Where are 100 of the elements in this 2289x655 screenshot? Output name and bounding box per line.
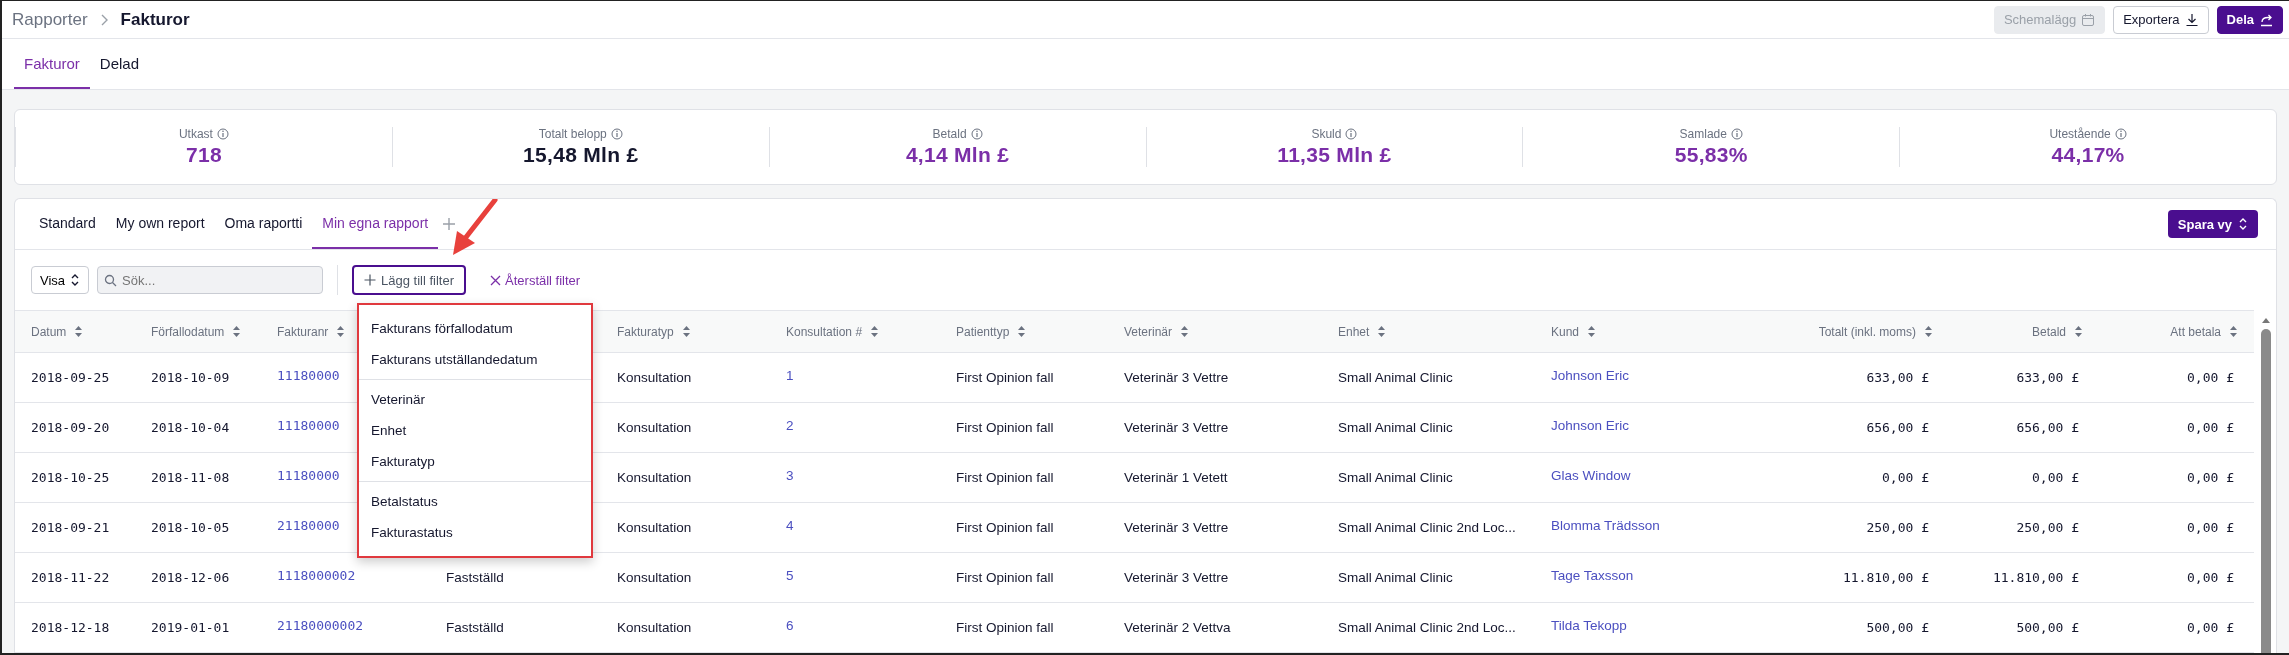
table-cell-text: Small Animal Clinic 2nd Loc... [1338,520,1517,535]
plus-icon [364,274,377,286]
table-cell-text: 2018-09-20 [31,420,111,435]
add-tab-icon[interactable] [442,217,457,231]
table-link[interactable]: Tilda Tekopp [1551,618,1781,633]
table-cell-text: 0,00 £ [2186,370,2235,385]
menu-item[interactable]: Betalstatus [359,486,591,517]
table-cell-text: Konsultation [617,420,693,435]
table-cell-text: 500,00 £ [1865,620,1930,635]
table-link[interactable]: 5 [786,568,956,583]
column-header[interactable]: Fakturatyp [617,324,674,339]
table-link[interactable]: 21180000002 [277,618,446,633]
sort-icon [681,325,691,338]
table-cell-text: Konsultation [617,570,693,585]
column-header[interactable]: Totalt (inkl. moms) [1818,324,1916,339]
table-cell-text: 500,00 £ [2015,620,2080,635]
table-cell-text: 2018-09-21 [31,520,111,535]
table-link[interactable]: 2 [786,418,956,433]
column-header[interactable]: Konsultation # [786,324,863,339]
kpi-value: 44,17% [2051,143,2125,167]
table-cell-text: 0,00 £ [1881,470,1930,485]
table-link[interactable]: 1118000002 [277,568,446,583]
column-header[interactable]: Betald [2031,324,2066,339]
breadcrumb-link[interactable]: Rapporter [12,9,88,30]
chevron-updown-icon [2238,217,2248,231]
table-cell-text: 250,00 £ [1865,520,1930,535]
column-header[interactable]: Veterinär [1124,324,1173,339]
table-link[interactable]: Johnson Eric [1551,368,1781,383]
kpi-value: 11,35 Mln £ [1277,143,1392,167]
table-cell-text: Veterinär 3 Vettre [1124,420,1230,435]
column-header[interactable]: Kund [1551,324,1580,339]
table-cell-text: Veterinär 3 Vettre [1124,520,1230,535]
table-link[interactable]: 1 [786,368,956,383]
pointer-arrow [453,199,498,255]
column-header[interactable]: Datum [31,324,67,339]
search-field[interactable]: Sök... [97,266,324,294]
reset-filter-link[interactable]: Återställ filter [484,271,587,289]
menu-item[interactable]: Enhet [359,415,591,446]
kpi-label: Totalt belopp [538,127,607,141]
table-link[interactable]: 6 [786,618,956,633]
column-header[interactable]: Fakturanr [277,324,329,339]
table-link[interactable]: Glas Window [1551,468,1781,483]
table-link[interactable]: Johnson Eric [1551,418,1781,433]
sort-icon [1377,325,1387,338]
page-tab[interactable]: Fakturor [14,39,90,89]
column-header[interactable]: Att betala [2170,324,2221,339]
menu-item[interactable]: Fakturatyp [359,446,591,477]
table-cell-text: First Opinion fall [956,370,1055,385]
save-view-button[interactable]: Spara vy [2167,210,2258,238]
calendar-icon [2081,12,2096,27]
report-tab[interactable]: My own report [105,199,215,249]
info-icon [610,128,623,140]
table-cell-text: Veterinär 3 Vettre [1124,570,1230,585]
table-cell-text: Small Animal Clinic [1338,570,1454,585]
table-cell-text: 2018-10-09 [151,370,231,385]
table-cell-text: Veterinär 1 Vetett [1124,470,1229,485]
table-cell-text: Small Animal Clinic [1338,470,1454,485]
download-icon [2184,12,2199,27]
report-tab[interactable]: Min egna rapport [312,199,439,249]
table-cell-text: Veterinär 3 Vettre [1124,370,1230,385]
kpi-label: Samlade [1679,127,1727,141]
action-button[interactable]: Dela [2216,5,2283,34]
add-filter-button[interactable]: Lägg till filter [352,265,467,295]
table-cell-text: 2018-12-18 [31,620,111,635]
table-cell-text: First Opinion fall [956,620,1055,635]
table-link[interactable]: Blomma Trädsson [1551,518,1781,533]
column-header[interactable]: Patienttyp [956,324,1010,339]
menu-item[interactable]: Fakturans förfallodatum [359,313,591,344]
table-cell-text: First Opinion fall [956,420,1055,435]
table-cell-text: 11.810,00 £ [1991,570,2080,585]
table-cell-text: 2018-12-06 [151,570,231,585]
table-link[interactable]: 4 [786,518,956,533]
chevron-right-icon [99,13,109,26]
page-tab[interactable]: Delad [89,39,150,89]
kpi-value: 4,14 Mln £ [905,143,1010,167]
show-select[interactable]: Visa [31,266,90,294]
menu-item[interactable]: Veterinär [359,384,591,415]
table-cell-text: First Opinion fall [956,470,1055,485]
sort-icon [1017,325,1027,338]
table-link[interactable]: Tage Taxsson [1551,568,1781,583]
sort-icon [336,325,346,338]
table-cell-text: 0,00 £ [2186,520,2235,535]
table-cell-text: 2018-11-22 [31,570,111,585]
menu-item[interactable]: Fakturans utställandedatum [359,344,591,375]
info-icon [1345,128,1358,140]
table-link[interactable]: 3 [786,468,956,483]
kpi-label: Skuld [1311,127,1342,141]
action-button[interactable]: Exportera [2113,5,2209,34]
table-cell-text: 2018-11-08 [151,470,231,485]
table-cell-text: Fastställd [446,570,505,585]
kpi-value: 718 [185,143,222,167]
sort-icon [2074,325,2083,338]
table-cell-text: Konsultation [617,520,693,535]
menu-item[interactable]: Fakturastatus [359,517,591,548]
table-cell-text: 656,00 £ [1865,420,1930,435]
info-icon [2114,128,2127,140]
column-header[interactable]: Förfallodatum [151,324,225,339]
report-tab[interactable]: Standard [29,199,106,249]
report-tab[interactable]: Oma raportti [214,199,313,249]
column-header[interactable]: Enhet [1338,324,1370,339]
